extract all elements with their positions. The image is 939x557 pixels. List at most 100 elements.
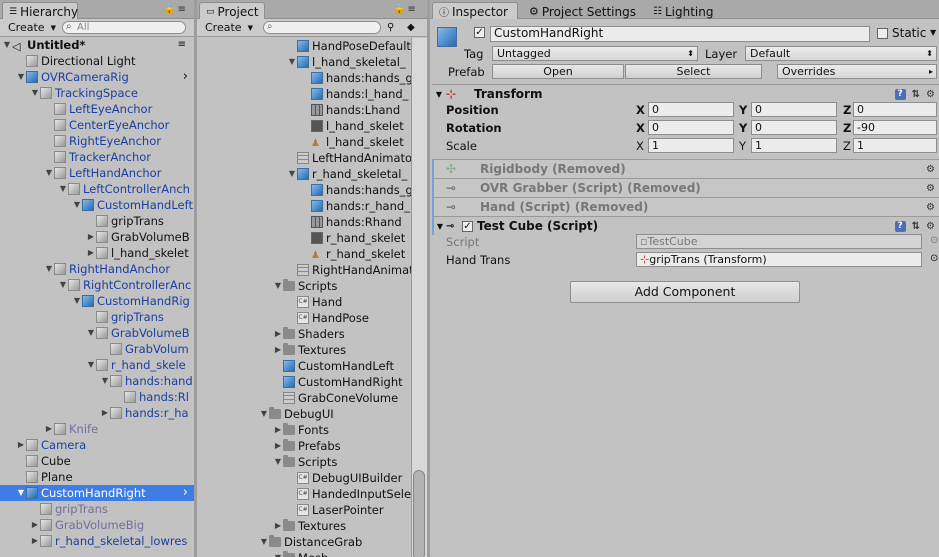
scale-x-input[interactable]: 1 — [648, 138, 734, 153]
hierarchy-item[interactable]: gripTrans — [0, 213, 194, 229]
expand-arrow-icon[interactable]: ▶ — [273, 438, 283, 454]
expand-arrow-icon[interactable]: ▼ — [259, 534, 269, 550]
position-x-label[interactable]: X — [636, 103, 645, 117]
expand-arrow-icon[interactable]: ▼ — [2, 37, 12, 53]
tab-lighting[interactable]: ☷ Lighting — [646, 2, 720, 19]
object-picker-icon[interactable]: ⊙ — [930, 253, 938, 264]
open-prefab-chevron-icon[interactable]: › — [183, 69, 188, 85]
tab-hierarchy[interactable]: ☰ Hierarchy — [2, 2, 78, 19]
rotation-y-input[interactable]: 0 — [751, 120, 837, 135]
project-item[interactable]: CustomHandLeft — [197, 358, 427, 374]
project-item[interactable]: hands:hands_g — [197, 70, 427, 86]
hierarchy-item[interactable]: ▼ GrabVolumeB — [0, 325, 194, 341]
project-item[interactable]: hands:Lhand — [197, 102, 427, 118]
expand-arrow-icon[interactable]: ▶ — [16, 437, 26, 453]
project-item[interactable]: ▼ DistanceGrab — [197, 534, 427, 550]
gear-icon[interactable]: ⚙ — [926, 183, 935, 194]
scale-y-label[interactable]: Y — [739, 139, 746, 153]
hierarchy-item[interactable]: ▶ GrabVolumeB — [0, 229, 194, 245]
expand-arrow-icon[interactable]: ▶ — [273, 326, 283, 342]
hierarchy-lock-icon[interactable]: 🔒≡ — [163, 4, 188, 15]
project-item[interactable]: hands:Rhand — [197, 214, 427, 230]
hierarchy-item[interactable]: ▼ CustomHandRight › — [0, 485, 194, 501]
hierarchy-item[interactable]: Plane — [0, 469, 194, 485]
project-item[interactable]: ▶ Textures — [197, 342, 427, 358]
gear-icon[interactable]: ⚙ — [926, 164, 935, 175]
hierarchy-item[interactable]: LeftEyeAnchor — [0, 101, 194, 117]
preset-icon[interactable]: ⇅ — [912, 221, 920, 232]
expand-arrow-icon[interactable]: ▶ — [273, 342, 283, 358]
static-dropdown-icon[interactable]: ▼ — [930, 28, 936, 37]
hierarchy-item[interactable]: ▼ CustomHandLeft — [0, 197, 194, 213]
project-scrollbar-thumb[interactable] — [413, 470, 425, 557]
project-item[interactable]: C# DebugUIBuilder — [197, 470, 427, 486]
expand-arrow-icon[interactable]: ▶ — [100, 405, 110, 421]
test-cube-enabled-checkbox[interactable]: ✓ — [462, 220, 473, 232]
hierarchy-item[interactable]: ▼ ◁ Untitled* ≡ — [0, 37, 194, 53]
preset-icon[interactable]: ⇅ — [912, 89, 920, 100]
scale-y-input[interactable]: 1 — [751, 138, 837, 153]
tag-dropdown[interactable]: Untagged ⬍ — [492, 46, 698, 61]
transform-header[interactable]: ▼ ⊹ Transform ? ⇅ ⚙ — [432, 84, 939, 103]
project-create-button[interactable]: Create ▼ — [201, 20, 257, 35]
hierarchy-item[interactable]: ▼ RightControllerAnc — [0, 277, 194, 293]
static-checkbox[interactable] — [877, 28, 888, 39]
prefab-overrides-dropdown[interactable]: Overrides ▸ — [777, 64, 937, 79]
hierarchy-item[interactable]: ▶ Camera — [0, 437, 194, 453]
expand-arrow-icon[interactable]: ▶ — [273, 422, 283, 438]
hierarchy-item[interactable]: ▼ CustomHandRig — [0, 293, 194, 309]
gear-icon[interactable]: ⚙ — [926, 89, 935, 100]
project-item[interactable]: ▶ Prefabs — [197, 438, 427, 454]
hierarchy-item[interactable]: ▶ hands:r_ha — [0, 405, 194, 421]
open-prefab-chevron-icon[interactable]: › — [183, 485, 188, 501]
rotation-x-label[interactable]: X — [636, 121, 645, 135]
hierarchy-item[interactable]: ▶ GrabVolumeBig — [0, 517, 194, 533]
tab-project-settings[interactable]: ⚙ Project Settings — [522, 2, 643, 19]
hierarchy-item[interactable]: ▼ TrackingSpace — [0, 85, 194, 101]
hierarchy-item[interactable]: ▼ OVRCameraRig › — [0, 69, 194, 85]
project-item[interactable]: HandPoseDefault — [197, 38, 427, 54]
tab-project[interactable]: ▭ Project — [199, 2, 265, 19]
position-y-input[interactable]: 0 — [751, 102, 837, 117]
project-item[interactable]: C# Hand — [197, 294, 427, 310]
rotation-y-label[interactable]: Y — [739, 121, 747, 135]
project-item[interactable]: ▼ DebugUI — [197, 406, 427, 422]
help-icon[interactable]: ? — [894, 220, 906, 232]
expand-arrow-icon[interactable]: ▼ — [273, 454, 283, 470]
project-item[interactable]: CustomHandRight — [197, 374, 427, 390]
hierarchy-item[interactable]: GrabVolum — [0, 341, 194, 357]
position-x-input[interactable]: 0 — [648, 102, 734, 117]
project-item[interactable]: ♟ r_hand_skelet — [197, 246, 427, 262]
hierarchy-item[interactable]: CenterEyeAnchor — [0, 117, 194, 133]
expand-arrow-icon[interactable]: ▼ — [16, 69, 26, 85]
project-item[interactable]: C# HandPose — [197, 310, 427, 326]
hierarchy-item[interactable]: TrackerAnchor — [0, 149, 194, 165]
hierarchy-item[interactable]: gripTrans — [0, 309, 194, 325]
hierarchy-item[interactable]: ▼ RightHandAnchor — [0, 261, 194, 277]
position-y-label[interactable]: Y — [739, 103, 747, 117]
expand-arrow-icon[interactable]: ▼ — [259, 406, 269, 422]
expand-arrow-icon[interactable]: ▶ — [86, 245, 96, 261]
expand-arrow-icon[interactable]: ▶ — [273, 518, 283, 534]
test-cube-header[interactable]: ▼ ⊸ ✓ Test Cube (Script) ? ⇅ ⚙ — [432, 216, 939, 235]
project-item[interactable]: l_hand_skelet — [197, 118, 427, 134]
filter-by-type-icon[interactable]: ⚲ — [383, 20, 398, 35]
project-search-input[interactable]: ⌕ — [263, 21, 381, 34]
project-scrollbar[interactable] — [411, 38, 427, 557]
hierarchy-create-button[interactable]: Create ▼ — [4, 20, 60, 35]
hierarchy-item[interactable]: ▶ r_hand_skeletal_lowres — [0, 533, 194, 549]
scale-z-label[interactable]: Z — [843, 139, 851, 153]
expand-arrow-icon[interactable]: ▼ — [287, 54, 297, 70]
project-lock-icon[interactable]: 🔒≡ — [393, 4, 418, 15]
expand-arrow-icon[interactable]: ▶ — [30, 517, 40, 533]
active-checkbox[interactable]: ✓ — [474, 27, 485, 38]
expand-arrow-icon[interactable]: ▼ — [72, 293, 82, 309]
rigidbody-removed-header[interactable]: ✣ Rigidbody (Removed) ⚙ — [432, 159, 939, 178]
scene-menu-icon[interactable]: ≡ — [178, 37, 186, 53]
gear-icon[interactable]: ⚙ — [926, 221, 935, 232]
tab-inspector[interactable]: ⓘ Inspector — [432, 2, 518, 19]
project-item[interactable]: ▶ Shaders — [197, 326, 427, 342]
expand-arrow-icon[interactable]: ▼ — [273, 550, 283, 557]
project-item[interactable]: r_hand_skelet — [197, 230, 427, 246]
expand-arrow-icon[interactable]: ▼ — [58, 181, 68, 197]
